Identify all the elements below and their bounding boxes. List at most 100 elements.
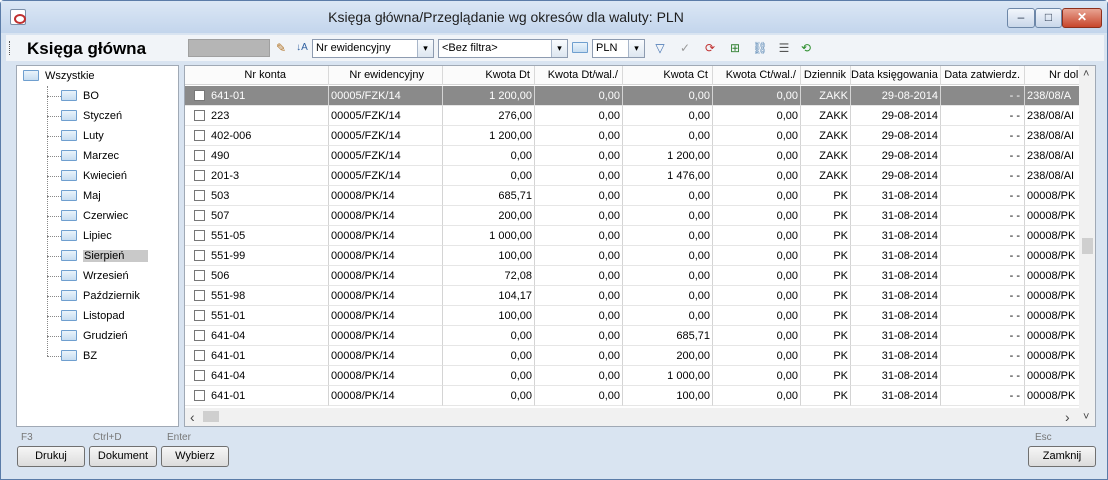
table-row[interactable]: 641-04 00008/PK/14 0,00 0,00 685,71 0,00 PK 31-…: [185, 326, 1081, 346]
folder-icon: [61, 309, 77, 321]
vertical-scroll-thumb[interactable]: [1082, 238, 1093, 254]
minimize-button[interactable]: –: [1007, 8, 1035, 28]
scroll-up-icon[interactable]: ˄: [1083, 68, 1089, 80]
close-button[interactable]: Zamknij: [1028, 446, 1096, 467]
chevron-down-icon[interactable]: ▾: [417, 40, 433, 57]
table-cell: 0,00: [623, 106, 713, 126]
tree-item[interactable]: Kwiecień: [45, 167, 127, 185]
search-input[interactable]: [188, 39, 270, 57]
table-row[interactable]: 551-99 00008/PK/14 100,00 0,00 0,00 0,00 PK 31-…: [185, 246, 1081, 266]
tree-item[interactable]: BO: [45, 87, 99, 105]
column-header[interactable]: Nr ewidencyjny: [329, 66, 443, 85]
tree-item[interactable]: Listopad: [45, 307, 125, 325]
table-cell: ZAKK: [801, 106, 851, 126]
maximize-button[interactable]: □: [1035, 8, 1062, 28]
horizontal-scroll-thumb[interactable]: [203, 411, 219, 422]
table-cell: ZAKK: [801, 146, 851, 166]
close-window-button[interactable]: ✕: [1062, 8, 1102, 28]
tree-item[interactable]: Luty: [45, 127, 104, 145]
table-cell: 551-01: [185, 306, 329, 326]
table-row[interactable]: 507 00008/PK/14 200,00 0,00 0,00 0,00 PK 31-08-…: [185, 206, 1081, 226]
tree-item[interactable]: Czerwiec: [45, 207, 128, 225]
print-button[interactable]: Drukuj: [17, 446, 85, 467]
column-header[interactable]: Kwota Dt/wal./: [535, 66, 623, 85]
table-row[interactable]: 551-05 00008/PK/14 1 000,00 0,00 0,00 0,00 PK 3…: [185, 226, 1081, 246]
sort-field-select[interactable]: Nr ewidencyjny ▾: [312, 39, 434, 58]
vertical-scrollbar[interactable]: ˄: [1079, 66, 1095, 408]
folder-icon[interactable]: [572, 40, 588, 56]
refresh-icon[interactable]: ⟳: [702, 40, 718, 56]
table-cell: 0,00: [535, 186, 623, 206]
page-title: Księga główna: [27, 39, 147, 58]
table-row[interactable]: 641-01 00005/FZK/14 1 200,00 0,00 0,00 0,00 ZA…: [185, 86, 1081, 106]
tree-item-label: Sierpień: [83, 250, 149, 262]
column-header[interactable]: Kwota Dt: [443, 66, 535, 85]
table-row[interactable]: 551-98 00008/PK/14 104,17 0,00 0,00 0,00 PK 31-…: [185, 286, 1081, 306]
table-row[interactable]: 641-01 00008/PK/14 0,00 0,00 200,00 0,00 PK 31-…: [185, 346, 1081, 366]
table-cell: 223: [185, 106, 329, 126]
table-row[interactable]: 503 00008/PK/14 685,71 0,00 0,00 0,00 PK 31-08-…: [185, 186, 1081, 206]
toolbar-grip-icon[interactable]: [9, 41, 12, 55]
table-cell: 0,00: [535, 206, 623, 226]
tree-item[interactable]: Wrzesień: [45, 267, 129, 285]
column-header[interactable]: Data księgowania: [851, 66, 941, 85]
link-icon[interactable]: ⛓: [752, 40, 768, 56]
tree-item[interactable]: Lipiec: [45, 227, 112, 245]
column-header[interactable]: Nr konta: [185, 66, 329, 85]
currency-select[interactable]: PLN ▾: [592, 39, 645, 58]
filter-select[interactable]: <Bez filtra> ▾: [438, 39, 568, 58]
chevron-down-icon[interactable]: ▾: [551, 40, 567, 57]
table-cell: - -: [941, 126, 1025, 146]
columns-icon[interactable]: ☰: [776, 40, 792, 56]
table-cell: 238/08/AI: [1025, 126, 1081, 146]
select-button[interactable]: Wybierz: [161, 446, 229, 467]
scroll-down-icon[interactable]: ˅: [1083, 411, 1089, 423]
sort-icon[interactable]: ↓A: [294, 40, 310, 56]
table-cell: 0,00: [443, 346, 535, 366]
scroll-left-icon[interactable]: ‹: [190, 409, 195, 425]
table-cell: 641-04: [185, 366, 329, 386]
tree-item[interactable]: Marzec: [45, 147, 119, 165]
check-icon[interactable]: ✓: [677, 40, 693, 56]
table-cell: 00005/FZK/14: [329, 166, 443, 186]
table-cell: 685,71: [623, 326, 713, 346]
table-row[interactable]: 490 00005/FZK/14 0,00 0,00 1 200,00 0,00 ZAKK 2…: [185, 146, 1081, 166]
table-row[interactable]: 201-3 00005/FZK/14 0,00 0,00 1 476,00 0,00 ZAK…: [185, 166, 1081, 186]
table-row[interactable]: 551-01 00008/PK/14 100,00 0,00 0,00 0,00 PK 31-…: [185, 306, 1081, 326]
table-cell: 0,00: [713, 266, 801, 286]
column-header[interactable]: Nr dol: [1025, 66, 1081, 85]
title-bar[interactable]: Księga główna/Przeglądanie wg okresów dl…: [1, 1, 1107, 33]
tree-item[interactable]: Sierpień: [45, 247, 149, 265]
table-row[interactable]: 506 00008/PK/14 72,08 0,00 0,00 0,00 PK 31-08-2…: [185, 266, 1081, 286]
column-header[interactable]: Dziennik: [801, 66, 851, 85]
table-cell: 551-05: [185, 226, 329, 246]
table-row[interactable]: 641-04 00008/PK/14 0,00 0,00 1 000,00 0,00 PK 3…: [185, 366, 1081, 386]
chevron-down-icon[interactable]: ▾: [628, 40, 644, 57]
table-cell: 0,00: [713, 386, 801, 406]
table-row[interactable]: 402-006 00005/FZK/14 1 200,00 0,00 0,00 0,00 Z…: [185, 126, 1081, 146]
tree-item[interactable]: Styczeń: [45, 107, 122, 125]
table-cell: 00008/PK: [1025, 206, 1081, 226]
table-cell: PK: [801, 326, 851, 346]
sync-icon[interactable]: ⟲: [798, 40, 814, 56]
filter-icon[interactable]: ▽: [652, 40, 668, 56]
tree-item-label: Kwiecień: [83, 170, 128, 182]
tree-item[interactable]: Grudzień: [45, 327, 128, 345]
column-header[interactable]: Data zatwierdz.: [941, 66, 1025, 85]
add-document-icon[interactable]: ⊞: [727, 40, 743, 56]
table-cell: 0,00: [713, 326, 801, 346]
table-row[interactable]: 223 00005/FZK/14 276,00 0,00 0,00 0,00 ZAKK 29-…: [185, 106, 1081, 126]
tree-item[interactable]: Maj: [45, 187, 101, 205]
table-row[interactable]: 641-01 00008/PK/14 0,00 0,00 100,00 0,00 PK 31-…: [185, 386, 1081, 406]
clear-filter-icon[interactable]: ✎: [273, 40, 289, 56]
tree-item[interactable]: BZ: [45, 347, 97, 365]
document-button[interactable]: Dokument: [89, 446, 157, 467]
column-header[interactable]: Kwota Ct/wal./: [713, 66, 801, 85]
tree-item[interactable]: Październik: [45, 287, 140, 305]
folder-icon: [61, 149, 77, 161]
tree-item-root[interactable]: Wszystkie: [23, 67, 95, 85]
scroll-right-icon[interactable]: ›: [1065, 409, 1070, 425]
horizontal-scrollbar[interactable]: ‹ › ˅: [185, 408, 1095, 426]
table-cell: 1 476,00: [623, 166, 713, 186]
column-header[interactable]: Kwota Ct: [623, 66, 713, 85]
